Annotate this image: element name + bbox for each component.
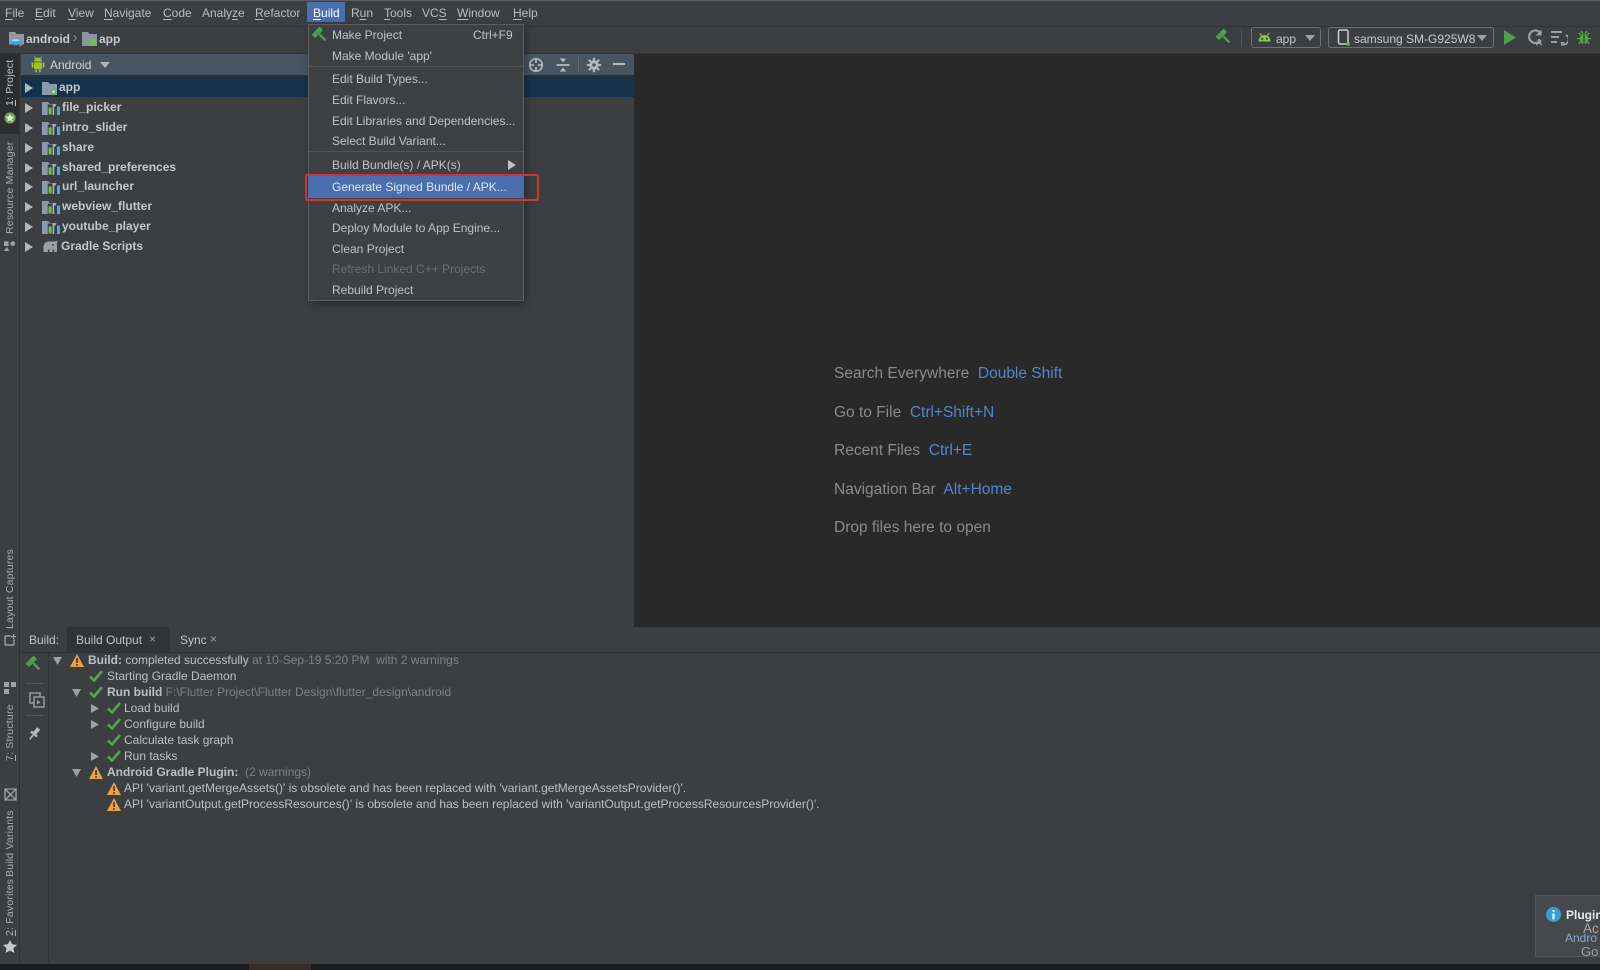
svg-text:A: A bbox=[1536, 38, 1543, 47]
